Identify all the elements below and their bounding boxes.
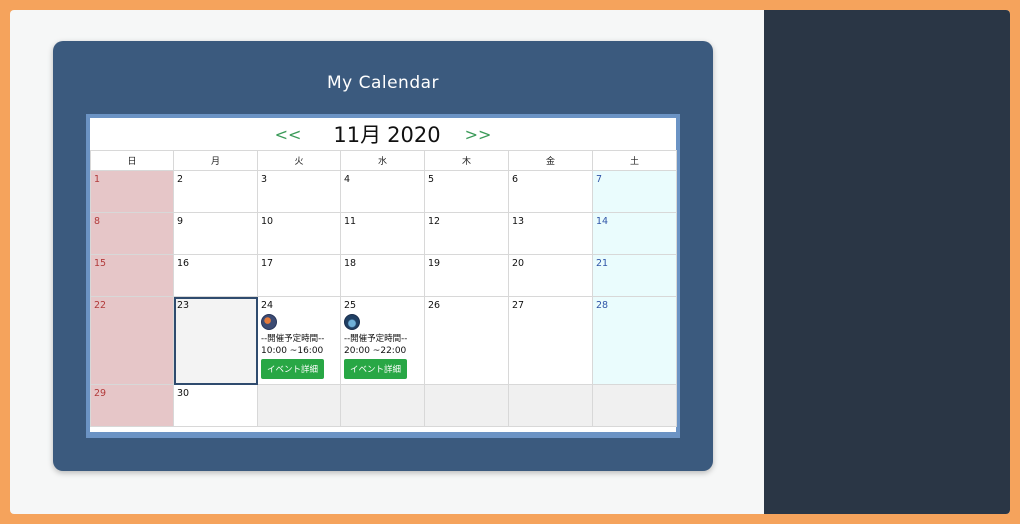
day-cell-16[interactable]: 16: [173, 254, 258, 297]
day-number: 22: [94, 300, 107, 311]
day-number: 2: [177, 174, 184, 185]
day-cell-20[interactable]: 20: [508, 254, 593, 297]
day-number: 24: [261, 300, 274, 311]
day-number: 16: [177, 258, 190, 269]
day-cell-25[interactable]: 25 --開催予定時間-- 20:00 ~22:00 イベント詳細: [340, 296, 425, 385]
avatar-icon: [344, 314, 360, 330]
day-number: 27: [512, 300, 525, 311]
day-cell-3[interactable]: 3: [257, 170, 341, 213]
week-row: 1 2 3 4 5 6 7: [90, 170, 677, 213]
event-detail-button[interactable]: イベント詳細: [344, 359, 408, 379]
prev-month-button[interactable]: <<: [275, 125, 302, 144]
day-number: 11: [344, 216, 357, 227]
day-cell-29[interactable]: 29: [90, 384, 174, 427]
day-cell-2[interactable]: 2: [173, 170, 258, 213]
day-number: 10: [261, 216, 274, 227]
day-cell-5[interactable]: 5: [424, 170, 509, 213]
empty-cell: [257, 384, 341, 427]
week-row: 8 9 10 11 12 13 14: [90, 212, 677, 255]
month-label: 11月 2020: [333, 119, 440, 149]
empty-cell: [340, 384, 425, 427]
weekday-tue: 火: [257, 150, 341, 171]
day-cell-27[interactable]: 27: [508, 296, 593, 385]
day-number: 18: [344, 258, 357, 269]
day-cell-14[interactable]: 14: [592, 212, 677, 255]
empty-cell: [424, 384, 509, 427]
day-cell-9[interactable]: 9: [173, 212, 258, 255]
day-cell-15[interactable]: 15: [90, 254, 174, 297]
event-schedule-label: --開催予定時間--: [261, 334, 325, 344]
day-cell-28[interactable]: 28: [592, 296, 677, 385]
right-sidebar: [764, 10, 1010, 514]
day-cell-22[interactable]: 22: [90, 296, 174, 385]
day-number: 14: [596, 216, 609, 227]
day-number: 12: [428, 216, 441, 227]
month-name: 11月: [333, 123, 382, 147]
weekday-mon: 月: [173, 150, 258, 171]
day-number: 26: [428, 300, 441, 311]
weekday-header-row: 日 月 火 水 木 金 土: [90, 150, 677, 171]
day-number: 25: [344, 300, 357, 311]
day-cell-24[interactable]: 24 --開催予定時間-- 10:00 ~16:00 イベント詳細: [257, 296, 341, 385]
day-cell-21[interactable]: 21: [592, 254, 677, 297]
day-cell-4[interactable]: 4: [340, 170, 425, 213]
avatar-icon: [261, 314, 277, 330]
week-row: 22 23 24 --開催予定時間-- 10:00 ~16:00 イベント詳細 …: [90, 296, 677, 385]
day-cell-17[interactable]: 17: [257, 254, 341, 297]
day-number: 15: [94, 258, 107, 269]
week-row: 15 16 17 18 19 20 21: [90, 254, 677, 297]
day-number: 6: [512, 174, 519, 185]
day-cell-13[interactable]: 13: [508, 212, 593, 255]
day-number: 13: [512, 216, 525, 227]
day-number: 23: [177, 300, 190, 311]
day-cell-30[interactable]: 30: [173, 384, 258, 427]
year-label: 2020: [387, 123, 441, 147]
day-number: 3: [261, 174, 268, 185]
event-detail-button[interactable]: イベント詳細: [261, 359, 325, 379]
day-cell-10[interactable]: 10: [257, 212, 341, 255]
month-header: << 11月 2020 >>: [90, 118, 676, 150]
day-number: 17: [261, 258, 274, 269]
day-number: 28: [596, 300, 609, 311]
day-number: 30: [177, 388, 190, 399]
day-cell-19[interactable]: 19: [424, 254, 509, 297]
event-schedule-label: --開催予定時間--: [344, 334, 408, 344]
next-month-button[interactable]: >>: [465, 125, 492, 144]
weekday-thu: 木: [424, 150, 509, 171]
day-number: 21: [596, 258, 609, 269]
day-cell-26[interactable]: 26: [424, 296, 509, 385]
calendar: << 11月 2020 >> 日 月 火 水 木 金 土 1 2 3 4 5 6…: [90, 118, 677, 432]
event-time: 20:00 ~22:00: [344, 346, 407, 356]
day-cell-8[interactable]: 8: [90, 212, 174, 255]
weekday-sat: 土: [592, 150, 677, 171]
day-cell-12[interactable]: 12: [424, 212, 509, 255]
day-number: 9: [177, 216, 184, 227]
weekday-sun: 日: [90, 150, 174, 171]
day-number: 19: [428, 258, 441, 269]
empty-cell: [592, 384, 677, 427]
week-row: 29 30: [90, 384, 677, 427]
weekday-wed: 水: [340, 150, 425, 171]
calendar-container: << 11月 2020 >> 日 月 火 水 木 金 土 1 2 3 4 5 6…: [86, 114, 680, 438]
day-cell-7[interactable]: 7: [592, 170, 677, 213]
day-number: 8: [94, 216, 101, 227]
day-number: 4: [344, 174, 351, 185]
event-time: 10:00 ~16:00: [261, 346, 324, 356]
day-cell-1[interactable]: 1: [90, 170, 174, 213]
day-cell-23-today[interactable]: 23: [173, 296, 258, 385]
day-cell-11[interactable]: 11: [340, 212, 425, 255]
calendar-card: My Calendar << 11月 2020 >> 日 月 火 水 木 金 土…: [53, 41, 713, 471]
weekday-fri: 金: [508, 150, 593, 171]
day-number: 20: [512, 258, 525, 269]
day-cell-18[interactable]: 18: [340, 254, 425, 297]
empty-cell: [508, 384, 593, 427]
day-cell-6[interactable]: 6: [508, 170, 593, 213]
app-frame: My Calendar << 11月 2020 >> 日 月 火 水 木 金 土…: [10, 10, 1010, 514]
page-title: My Calendar: [326, 73, 440, 93]
day-number: 29: [94, 388, 107, 399]
day-number: 7: [596, 174, 603, 185]
calendar-grid: 日 月 火 水 木 金 土 1 2 3 4 5 6 7 8 9 10 11 12…: [90, 150, 677, 427]
day-number: 5: [428, 174, 435, 185]
day-number: 1: [94, 174, 101, 185]
